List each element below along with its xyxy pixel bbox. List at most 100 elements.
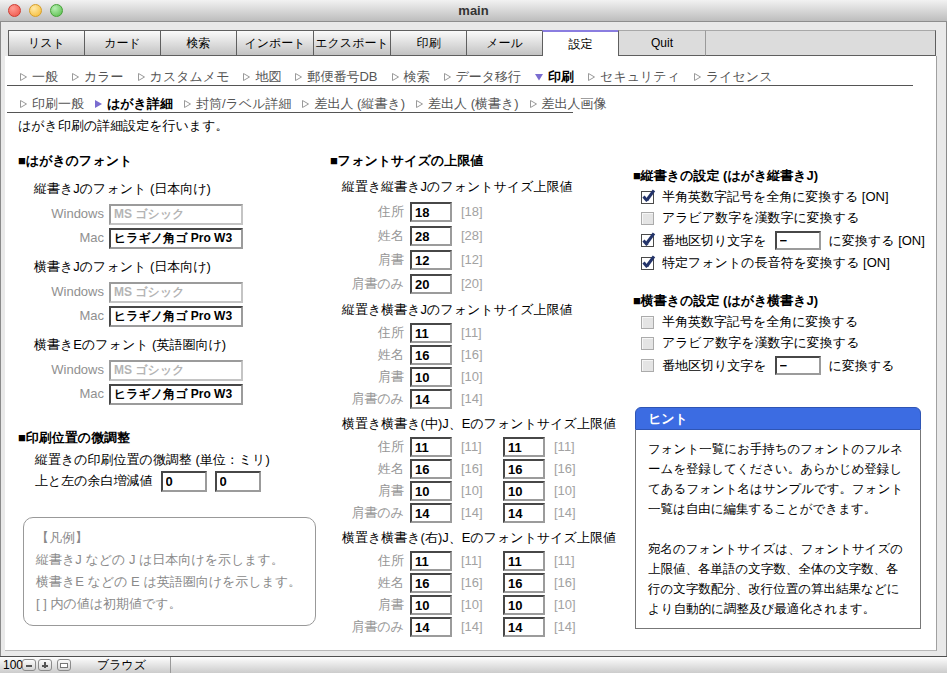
tab-quit[interactable]: Quit	[618, 30, 706, 56]
size-field[interactable]	[410, 250, 452, 270]
nav-map[interactable]: 地図	[242, 69, 281, 85]
mac-font-field[interactable]	[109, 306, 243, 327]
hint-title: ヒント	[635, 407, 921, 430]
tab-label: リスト	[28, 35, 65, 51]
group-title: 縦書きJのフォント (日本向け)	[34, 181, 320, 197]
nav-envelope-label-detail[interactable]: 封筒/ラベル詳細	[183, 96, 292, 112]
size-field[interactable]	[410, 274, 452, 294]
nav-print[interactable]: 印刷	[534, 69, 574, 85]
zoom-in-button[interactable]	[38, 659, 52, 671]
section-title: ■フォントサイズの上限値	[330, 153, 625, 169]
tab-export[interactable]: エクスポート	[313, 30, 390, 56]
size-field[interactable]	[503, 481, 545, 501]
checkbox-unchecked[interactable]	[641, 359, 654, 372]
title-bar[interactable]: main	[0, 0, 947, 22]
checkbox-unchecked[interactable]	[641, 316, 654, 329]
size-field[interactable]	[410, 389, 452, 409]
size-field[interactable]	[410, 437, 452, 457]
legend-line: [ ] 内の値は初期値です。	[36, 593, 303, 615]
default-value: [14]	[554, 505, 588, 521]
size-field[interactable]	[410, 481, 452, 501]
nav-sender-horizontal[interactable]: 差出人 (横書き)	[415, 96, 519, 112]
nav-postal-db[interactable]: 郵便番号DB	[294, 69, 377, 85]
tab-search[interactable]: 検索	[160, 30, 236, 56]
size-field[interactable]	[410, 345, 452, 365]
tab-print[interactable]: 印刷	[390, 30, 466, 56]
tab-import[interactable]: インポート	[236, 30, 313, 56]
size-field[interactable]	[503, 551, 545, 571]
nav-custom-memo[interactable]: カスタムメモ	[137, 69, 230, 85]
tab-settings[interactable]: 設定	[542, 30, 618, 56]
nav-sender-vertical[interactable]: 差出人 (縦書き)	[301, 96, 405, 112]
nav-print-general[interactable]: 印刷一般	[19, 96, 84, 112]
nav-search[interactable]: 検索	[391, 69, 430, 85]
size-field[interactable]	[410, 551, 452, 571]
size-field[interactable]	[410, 226, 452, 246]
nav-label: 封筒/ラベル詳細	[196, 96, 292, 112]
left-margin-field[interactable]	[215, 471, 261, 492]
fontsize-row: 住所[11][11]	[330, 436, 625, 458]
default-value: [20]	[461, 276, 495, 292]
nav-label: カラー	[84, 69, 124, 85]
checkbox-unchecked[interactable]	[641, 337, 654, 350]
margin-adjust-row: 上と左の余白増減値	[35, 470, 320, 492]
tab-mail[interactable]: メール	[466, 30, 542, 56]
size-field[interactable]	[503, 617, 545, 637]
default-value: [10]	[461, 597, 495, 613]
size-field[interactable]	[410, 459, 452, 479]
size-field[interactable]	[503, 595, 545, 615]
default-value: [18]	[461, 204, 495, 220]
field-label: Windows	[34, 284, 104, 300]
size-field[interactable]	[503, 573, 545, 593]
settings-nav: 一般 カラー カスタムメモ 地図 郵便番号DB 検索 データ移行 印刷 セキュリ…	[19, 69, 772, 85]
fontsize-group-2: 横置き横書き(中)J、Eのフォントサイズ上限値 住所[11][11] 姓名[16…	[330, 416, 625, 524]
mode-label[interactable]: ブラウズ	[97, 658, 146, 672]
checkbox-checked[interactable]	[641, 257, 654, 270]
nav-sender-image[interactable]: 差出人画像	[529, 96, 607, 112]
separator-char-field[interactable]	[775, 356, 821, 375]
top-margin-field[interactable]	[161, 471, 207, 492]
row-label: 住所	[330, 439, 404, 455]
size-field[interactable]	[410, 617, 452, 637]
nav-license[interactable]: ライセンス	[693, 69, 773, 85]
checkbox-label: 半角英数字記号を全角に変換する [ON]	[662, 189, 889, 205]
group-title: 横書きEのフォント (英語圏向け)	[34, 337, 320, 353]
size-field[interactable]	[410, 202, 452, 222]
default-value: [16]	[554, 461, 588, 477]
fontsize-row: 姓名[28]	[330, 224, 625, 248]
layout-mode-button[interactable]	[57, 659, 71, 671]
mac-font-field[interactable]	[109, 228, 243, 249]
content-area: 一般 カラー カスタムメモ 地図 郵便番号DB 検索 データ移行 印刷 セキュリ…	[5, 56, 937, 651]
font-row: Mac	[34, 382, 320, 406]
nav-color[interactable]: カラー	[71, 69, 124, 85]
windows-font-field	[109, 282, 243, 303]
size-field[interactable]	[503, 437, 545, 457]
nav-data-migration[interactable]: データ移行	[443, 69, 522, 85]
nav-general[interactable]: 一般	[19, 69, 58, 85]
size-field[interactable]	[410, 573, 452, 593]
zoom-out-button[interactable]	[22, 659, 36, 671]
nav-security[interactable]: セキュリティ	[587, 69, 680, 85]
separator-char-field[interactable]	[775, 231, 821, 250]
checkbox-checked[interactable]	[641, 191, 654, 204]
field-label: Mac	[34, 386, 104, 402]
default-value: [10]	[461, 369, 495, 385]
tab-label: 印刷	[417, 35, 441, 51]
tab-list[interactable]: リスト	[8, 30, 84, 56]
mac-font-field[interactable]	[109, 384, 243, 405]
checkbox-unchecked[interactable]	[641, 212, 654, 225]
nav-hagaki-detail[interactable]: はがき詳細	[94, 96, 173, 112]
checkbox-checked[interactable]	[641, 234, 654, 247]
size-field[interactable]	[503, 503, 545, 523]
tab-card[interactable]: カード	[84, 30, 160, 56]
page-description: はがき印刷の詳細設定を行います。	[18, 118, 228, 134]
size-field[interactable]	[410, 323, 452, 343]
size-field[interactable]	[410, 595, 452, 615]
size-field[interactable]	[410, 503, 452, 523]
tab-bar-filler	[706, 30, 936, 56]
default-value: [11]	[461, 553, 495, 569]
fontsize-row: 住所[18]	[330, 200, 625, 224]
size-field[interactable]	[503, 459, 545, 479]
horizontal-settings-title: ■横書きの設定 (はがき横書きJ)	[633, 293, 935, 309]
size-field[interactable]	[410, 367, 452, 387]
